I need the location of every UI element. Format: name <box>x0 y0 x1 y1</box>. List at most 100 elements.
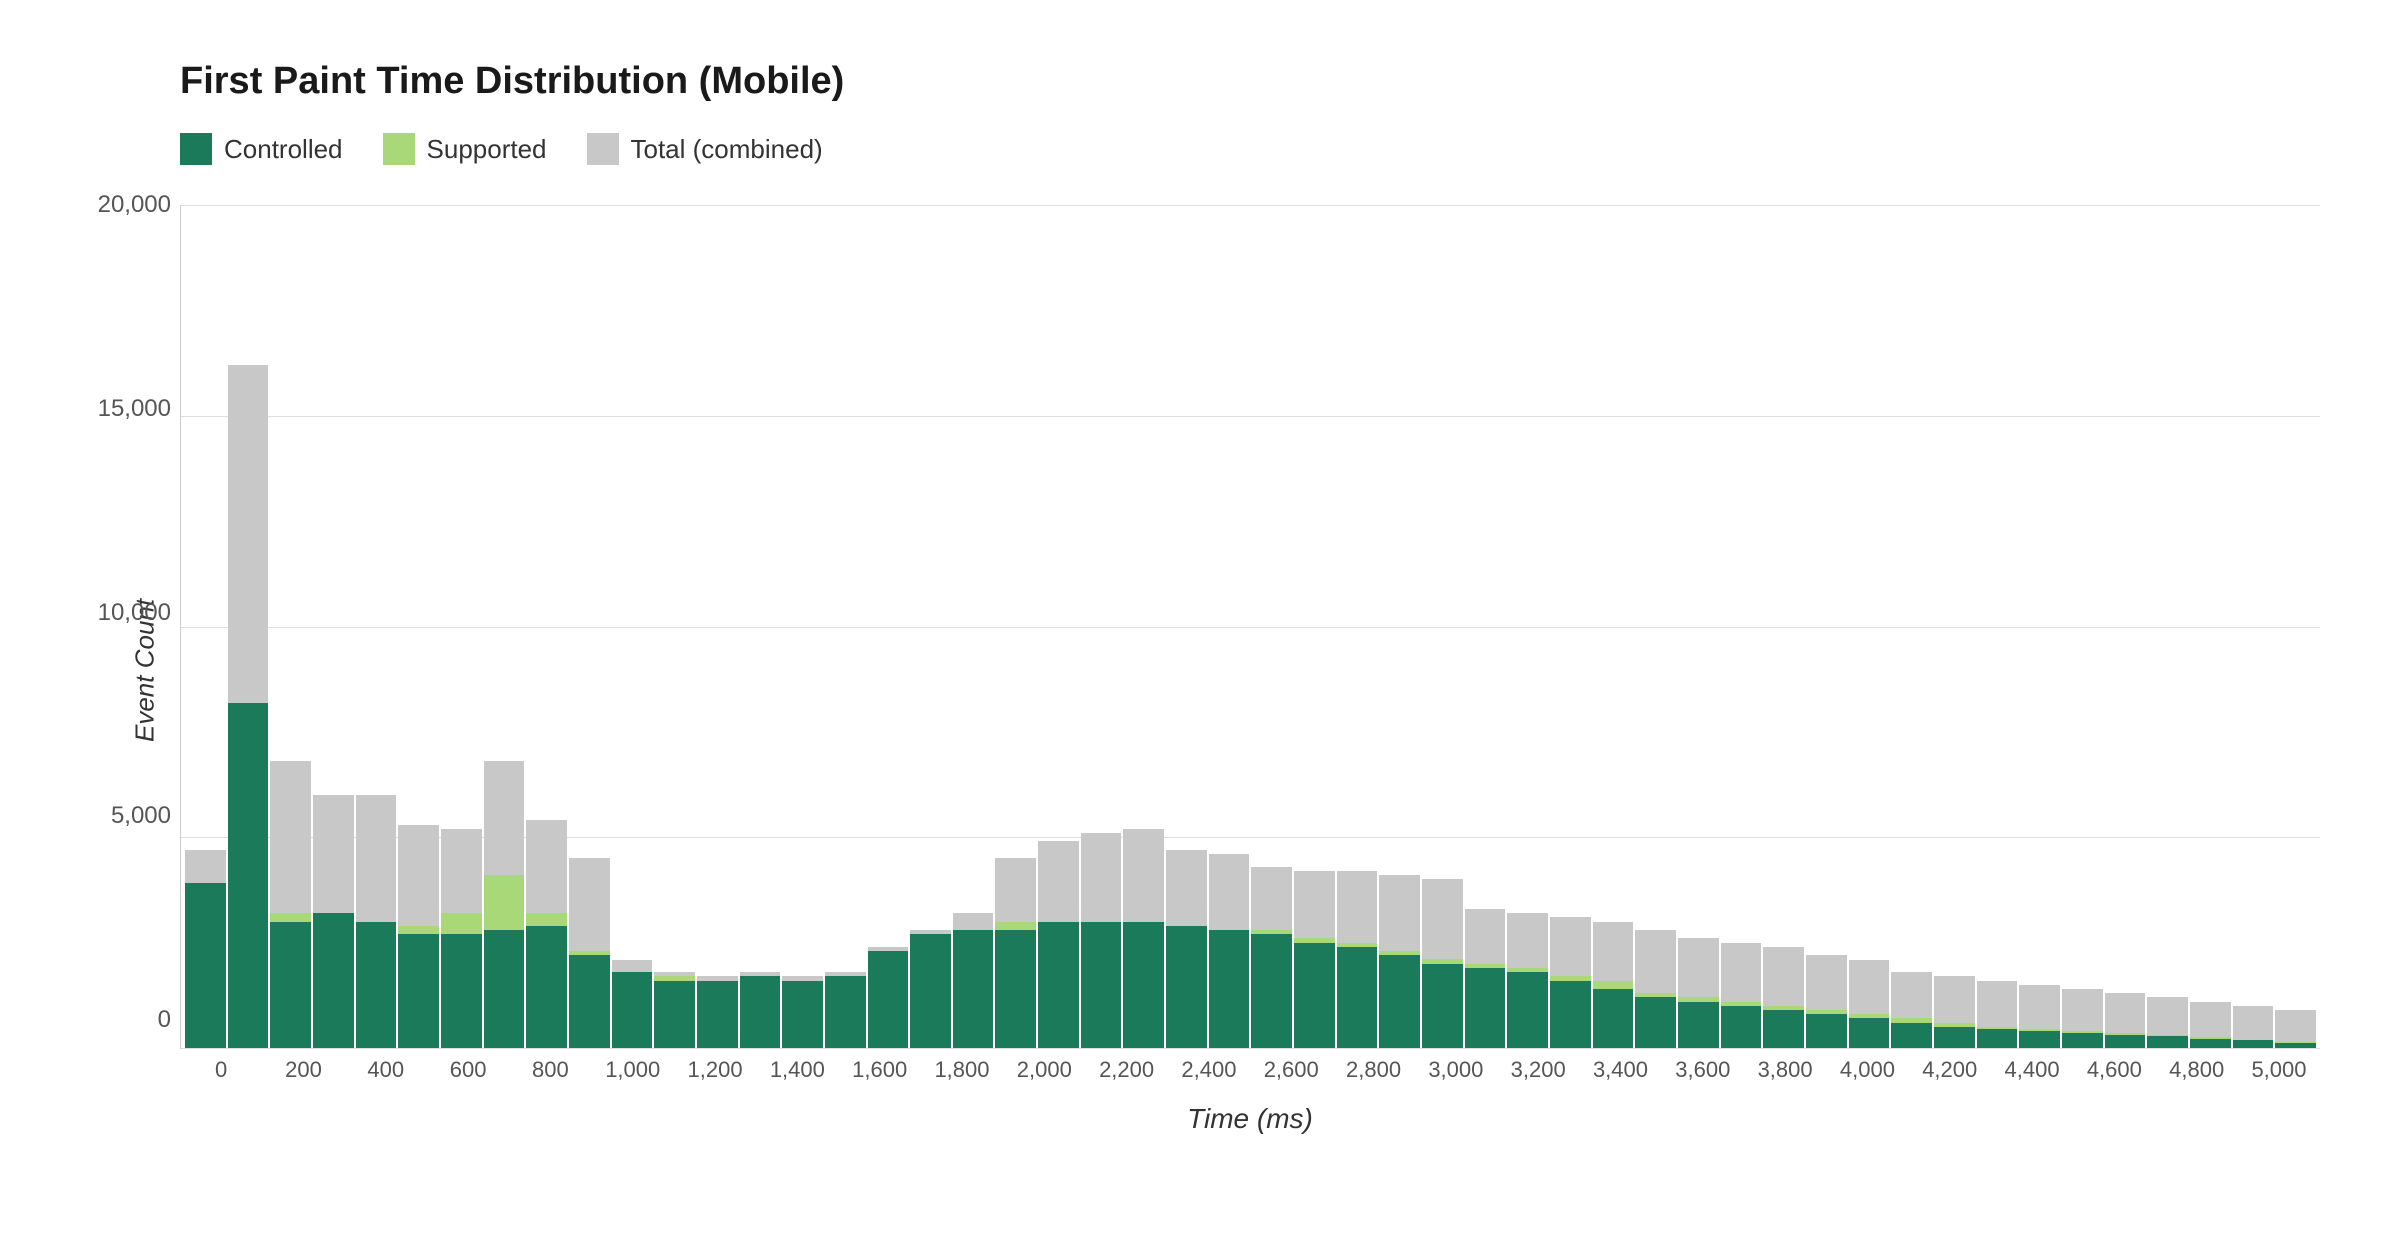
bar-group-17 <box>910 930 951 1048</box>
bar-total-29 <box>1422 879 1463 959</box>
x-label-13: 2,600 <box>1250 1057 1332 1083</box>
bar-supported-6 <box>441 913 482 934</box>
bar-controlled-45 <box>2105 1035 2146 1048</box>
chart-area: Event Count 20,000 15,000 10,000 5,000 <box>120 205 2320 1135</box>
bar-group-28 <box>1379 875 1420 1048</box>
bar-controlled-25 <box>1251 934 1292 1048</box>
bar-controlled-48 <box>2233 1040 2274 1048</box>
bar-group-35 <box>1678 938 1719 1048</box>
bar-group-27 <box>1337 871 1378 1048</box>
bar-group-40 <box>1891 972 1932 1048</box>
bar-total-9 <box>569 858 610 951</box>
bar-controlled-18 <box>953 930 994 1048</box>
bar-group-23 <box>1166 850 1207 1048</box>
plot-area: 20,000 15,000 10,000 5,000 0 <box>180 205 2320 1049</box>
bar-controlled-31 <box>1507 972 1548 1048</box>
bar-total-40 <box>1891 972 1932 1018</box>
bar-total-37 <box>1763 947 1804 1006</box>
bar-controlled-35 <box>1678 1002 1719 1048</box>
bar-controlled-20 <box>1038 922 1079 1048</box>
bar-controlled-43 <box>2019 1031 2060 1048</box>
bar-total-4 <box>356 795 397 921</box>
bar-controlled-19 <box>995 930 1036 1048</box>
bar-group-7 <box>484 761 525 1048</box>
x-label-25: 5,000 <box>2238 1057 2320 1083</box>
x-label-21: 4,200 <box>1909 1057 1991 1083</box>
x-label-15: 3,000 <box>1415 1057 1497 1083</box>
bar-group-31 <box>1507 913 1548 1048</box>
bar-group-45 <box>2105 993 2146 1048</box>
bar-total-3 <box>313 795 354 913</box>
bar-total-46 <box>2147 997 2188 1035</box>
bar-total-0 <box>185 850 226 883</box>
bar-group-37 <box>1763 947 1804 1048</box>
bar-group-47 <box>2190 1002 2231 1048</box>
bar-controlled-44 <box>2062 1033 2103 1048</box>
bar-group-3 <box>313 795 354 1048</box>
bar-group-34 <box>1635 930 1676 1048</box>
bar-controlled-32 <box>1550 981 1591 1048</box>
bar-group-26 <box>1294 871 1335 1048</box>
bar-controlled-9 <box>569 955 610 1048</box>
bar-group-21 <box>1081 833 1122 1048</box>
bar-controlled-33 <box>1593 989 1634 1048</box>
bar-total-1 <box>228 365 269 703</box>
chart-title: First Paint Time Distribution (Mobile) <box>180 60 2320 103</box>
bar-controlled-0 <box>185 883 226 1048</box>
x-label-9: 1,800 <box>921 1057 1003 1083</box>
bar-total-22 <box>1123 829 1164 922</box>
bar-total-20 <box>1038 841 1079 921</box>
bar-controlled-2 <box>270 922 311 1048</box>
bar-total-30 <box>1465 909 1506 964</box>
bar-controlled-7 <box>484 930 525 1048</box>
bar-group-8 <box>526 820 567 1048</box>
bar-group-41 <box>1934 976 1975 1048</box>
bar-total-25 <box>1251 867 1292 930</box>
bar-controlled-46 <box>2147 1036 2188 1048</box>
bar-controlled-27 <box>1337 947 1378 1048</box>
chart-inner: 20,000 15,000 10,000 5,000 0 02004006008… <box>180 205 2320 1135</box>
bar-group-12 <box>697 976 738 1048</box>
y-label-15000: 15,000 <box>91 395 171 423</box>
x-label-4: 800 <box>509 1057 591 1083</box>
bar-controlled-23 <box>1166 926 1207 1048</box>
bar-group-22 <box>1123 829 1164 1048</box>
x-label-18: 3,600 <box>1662 1057 1744 1083</box>
bar-total-41 <box>1934 976 1975 1022</box>
x-axis: 02004006008001,0001,2001,4001,6001,8002,… <box>180 1057 2320 1083</box>
bar-controlled-38 <box>1806 1014 1847 1048</box>
bar-controlled-11 <box>654 981 695 1048</box>
total-label: Total (combined) <box>631 134 823 165</box>
bar-group-6 <box>441 829 482 1048</box>
bar-controlled-14 <box>782 981 823 1048</box>
bar-group-39 <box>1849 960 1890 1049</box>
x-label-3: 600 <box>427 1057 509 1083</box>
bar-group-46 <box>2147 997 2188 1048</box>
y-label-5000: 5,000 <box>91 802 171 830</box>
controlled-swatch <box>180 133 212 165</box>
x-label-5: 1,000 <box>592 1057 674 1083</box>
bar-controlled-1 <box>228 703 269 1048</box>
bar-group-49 <box>2275 1010 2316 1048</box>
bar-group-0 <box>185 850 226 1048</box>
bar-total-6 <box>441 829 482 913</box>
bar-group-38 <box>1806 955 1847 1048</box>
grid-line-0 <box>181 1048 2320 1049</box>
bar-total-44 <box>2062 989 2103 1031</box>
chart-container: First Paint Time Distribution (Mobile) C… <box>0 0 2400 1250</box>
x-label-0: 0 <box>180 1057 262 1083</box>
x-label-12: 2,400 <box>1168 1057 1250 1083</box>
bar-total-32 <box>1550 917 1591 976</box>
bar-total-8 <box>526 820 567 913</box>
bar-group-16 <box>868 947 909 1048</box>
chart-legend: Controlled Supported Total (combined) <box>180 133 2320 165</box>
x-label-8: 1,600 <box>839 1057 921 1083</box>
bar-controlled-49 <box>2275 1043 2316 1048</box>
bar-supported-8 <box>526 913 567 926</box>
bar-controlled-37 <box>1763 1010 1804 1048</box>
bar-total-43 <box>2019 985 2060 1029</box>
bar-group-25 <box>1251 867 1292 1048</box>
bar-total-31 <box>1507 913 1548 968</box>
bar-controlled-41 <box>1934 1027 1975 1048</box>
x-label-1: 200 <box>262 1057 344 1083</box>
